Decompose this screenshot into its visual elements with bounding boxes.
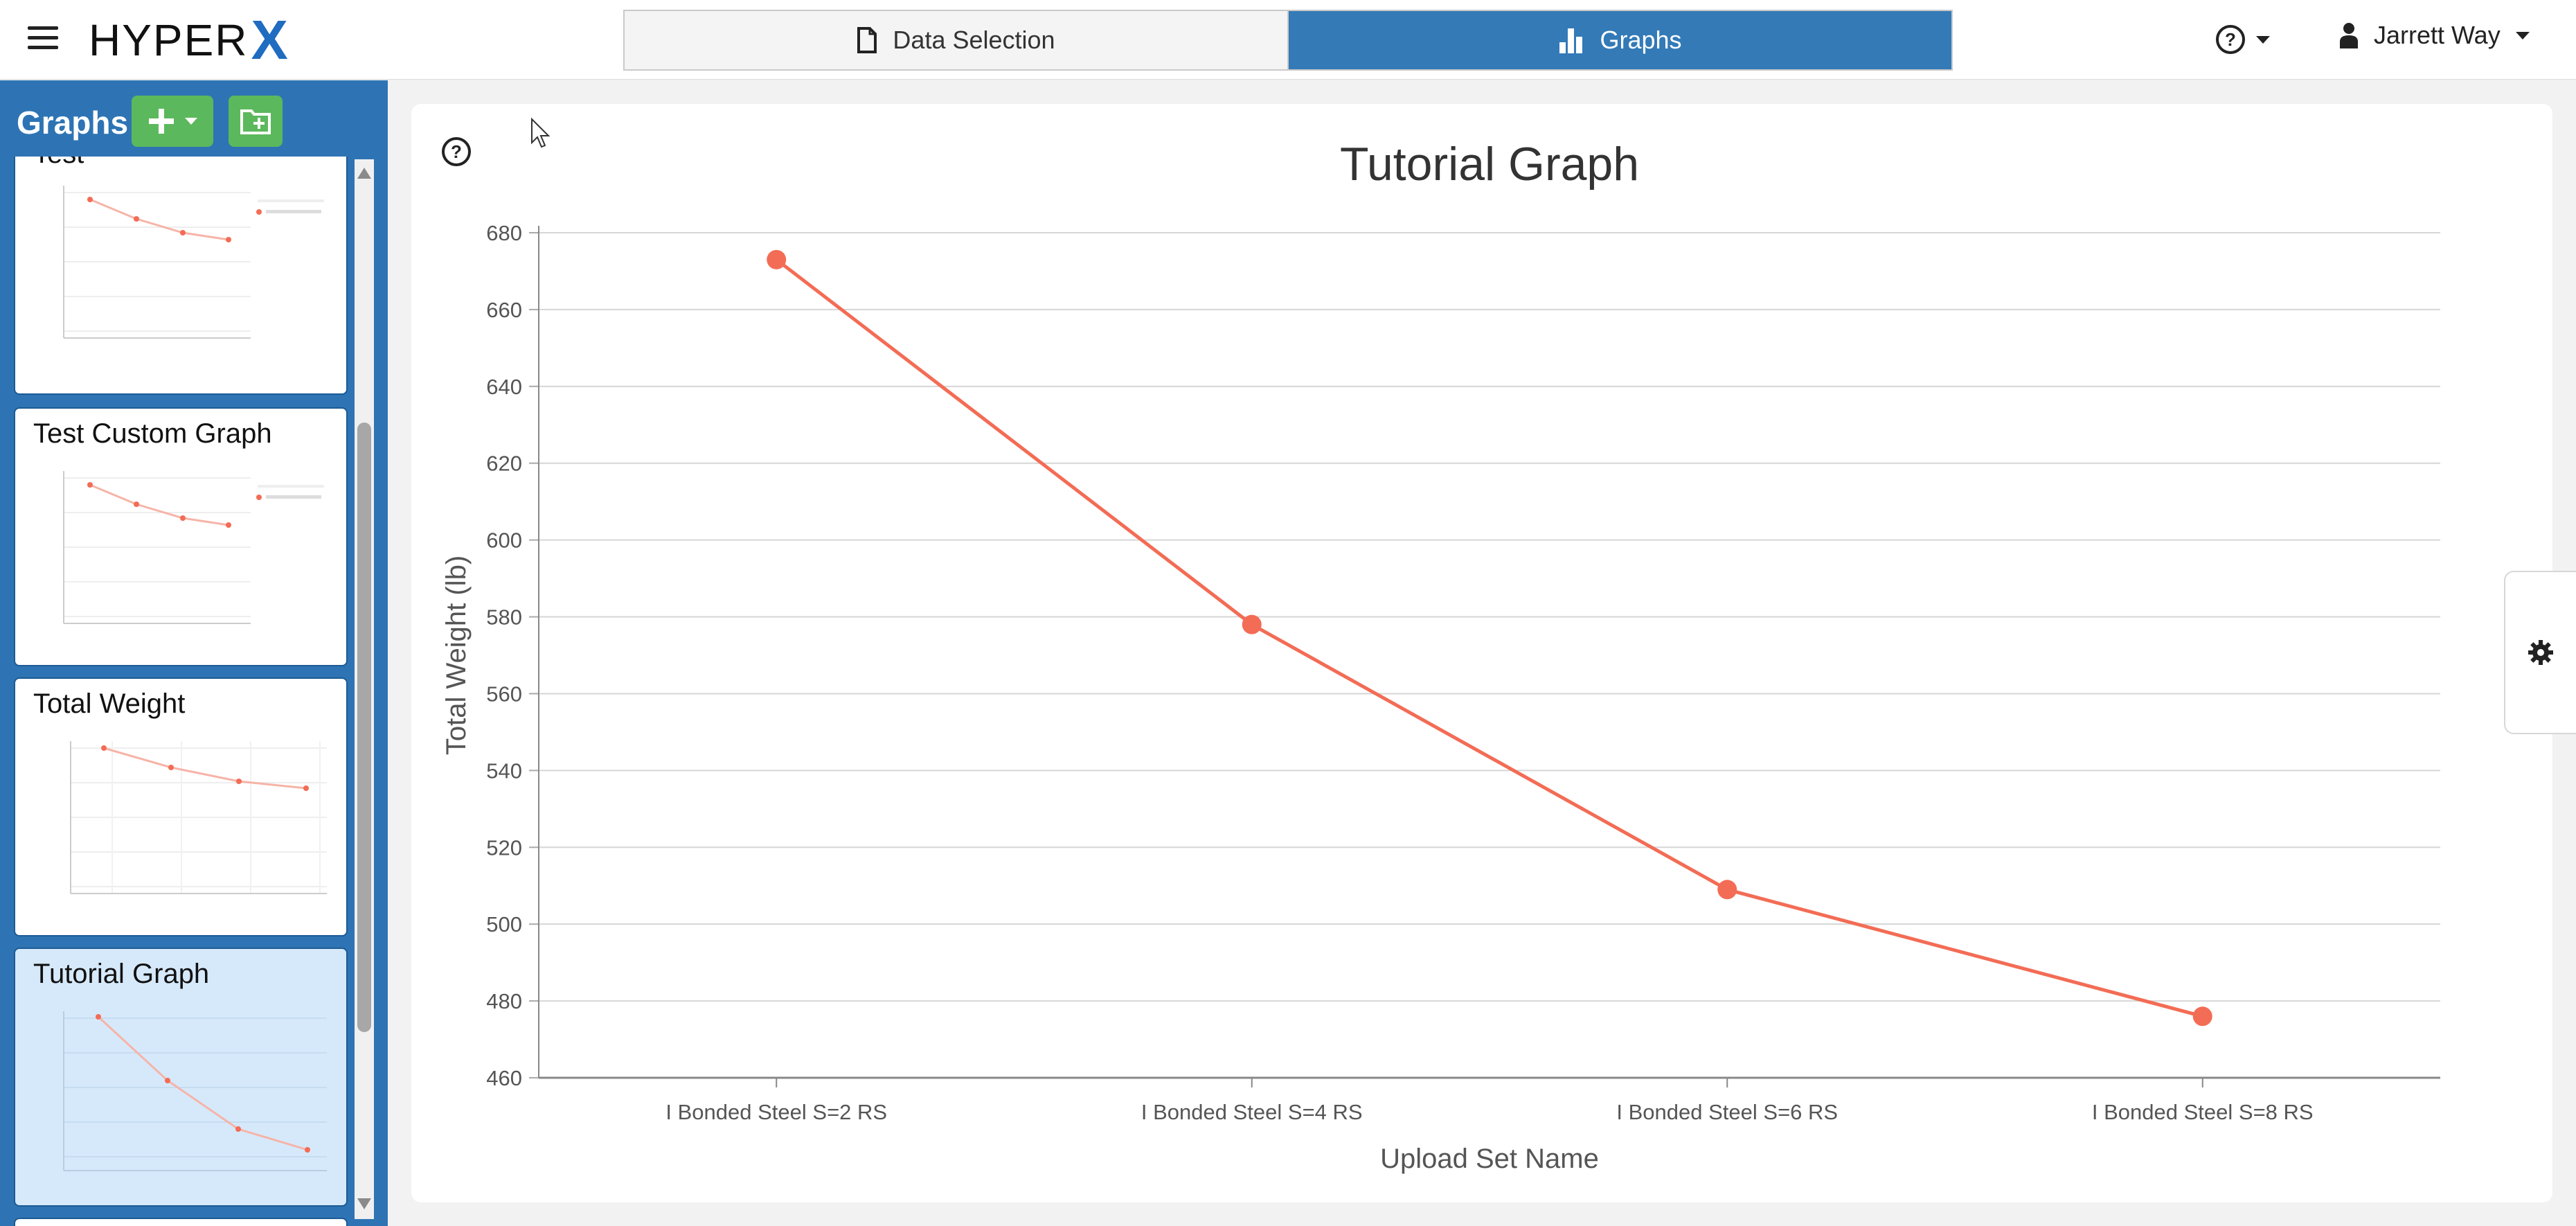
app-logo[interactable]: HYPER X <box>89 9 288 71</box>
help-circle-icon: ? <box>2216 25 2245 54</box>
main-tabs: Data Selection Graphs <box>623 10 1953 71</box>
data-point <box>1717 880 1737 900</box>
scroll-up-arrow-icon[interactable] <box>355 166 374 187</box>
tab-data-selection-label: Data Selection <box>893 26 1055 54</box>
graph-card-test[interactable]: Test <box>14 157 348 395</box>
y-axis-label: Total Weight (lb) <box>441 556 472 755</box>
graph-panel: ? Tutorial Graph 460 480 500 520 540 560 580 600… <box>411 104 2552 1202</box>
graph-card-list[interactable]: Test Test Custom Graph Total Weight <box>14 157 348 1226</box>
help-dropdown[interactable]: ? <box>2216 25 2270 54</box>
y-tick-label: 680 <box>486 221 522 245</box>
line-chart: Tutorial Graph 460 480 500 520 540 560 580 600 62… <box>441 138 2440 1174</box>
y-tick-label: 480 <box>486 989 522 1013</box>
tab-data-selection[interactable]: Data Selection <box>625 11 1289 69</box>
y-tick-label: 580 <box>486 605 522 630</box>
graph-thumbnail <box>63 1011 327 1171</box>
user-name: Jarrett Way <box>2374 21 2501 49</box>
plus-icon <box>149 109 174 134</box>
y-tick-label: 560 <box>486 682 522 706</box>
bar-chart-icon <box>1559 28 1583 53</box>
mouse-cursor-icon <box>531 118 551 148</box>
y-tick-label: 540 <box>486 758 522 783</box>
scroll-down-arrow-icon[interactable] <box>355 1197 374 1218</box>
y-tick-label: 500 <box>486 912 522 936</box>
graph-card-test-custom-graph[interactable]: Test Custom Graph <box>14 407 348 666</box>
x-tick-label: I Bonded Steel S=4 RS <box>1141 1100 1363 1124</box>
chart-title: Tutorial Graph <box>1340 138 1639 190</box>
sidebar-title: Graphs <box>17 105 129 141</box>
graph-card-total-weight[interactable]: Total Weight <box>14 677 348 936</box>
graph-card-title: Tutorial Graph <box>33 959 210 989</box>
graph-thumbnail <box>63 471 324 624</box>
data-point <box>1242 614 1262 634</box>
chevron-down-icon <box>185 118 197 125</box>
y-tick-label: 460 <box>486 1066 522 1090</box>
user-icon <box>2340 23 2358 48</box>
x-tick-label: I Bonded Steel S=6 RS <box>1616 1100 1838 1124</box>
hamburger-menu-icon[interactable] <box>28 26 58 50</box>
document-icon <box>857 27 877 53</box>
settings-panel-toggle[interactable] <box>2504 571 2576 734</box>
user-menu[interactable]: Jarrett Way <box>2339 21 2530 50</box>
gear-icon <box>2528 640 2553 665</box>
y-tick-label: 520 <box>486 835 522 860</box>
data-point <box>767 249 787 269</box>
top-bar: HYPER X Data Selection Graphs ? Jarrett … <box>0 0 2576 80</box>
add-graph-button[interactable] <box>132 96 213 147</box>
chevron-down-icon <box>2515 31 2530 39</box>
y-tick-label: 660 <box>486 298 522 322</box>
graph-card-tutorial-graph[interactable]: Tutorial Graph <box>14 948 348 1207</box>
graph-thumbnail <box>70 741 327 894</box>
folder-add-icon <box>240 109 271 134</box>
graph-card-title: Test Custom Graph <box>33 418 272 449</box>
graph-card-title: Test <box>33 157 84 170</box>
graph-card-next[interactable] <box>14 1218 348 1226</box>
tab-graphs-label: Graphs <box>1600 26 1682 54</box>
y-tick-label: 640 <box>486 375 522 399</box>
graph-thumbnail <box>63 186 324 339</box>
scrollbar-thumb[interactable] <box>357 423 371 1032</box>
y-tick-label: 620 <box>486 452 522 476</box>
data-point <box>2192 1006 2212 1027</box>
x-tick-label: I Bonded Steel S=8 RS <box>2092 1100 2314 1124</box>
chevron-down-icon <box>2256 35 2270 44</box>
y-tick-label: 600 <box>486 528 522 553</box>
x-tick-label: I Bonded Steel S=2 RS <box>665 1100 887 1124</box>
logo-text: HYPER <box>89 15 249 65</box>
tab-graphs[interactable]: Graphs <box>1289 11 1951 69</box>
series-line <box>775 258 2203 1018</box>
add-folder-button[interactable] <box>229 96 283 147</box>
x-axis-label: Upload Set Name <box>1380 1144 1599 1174</box>
logo-mark: X <box>251 9 288 71</box>
graph-card-title: Total Weight <box>33 688 186 719</box>
